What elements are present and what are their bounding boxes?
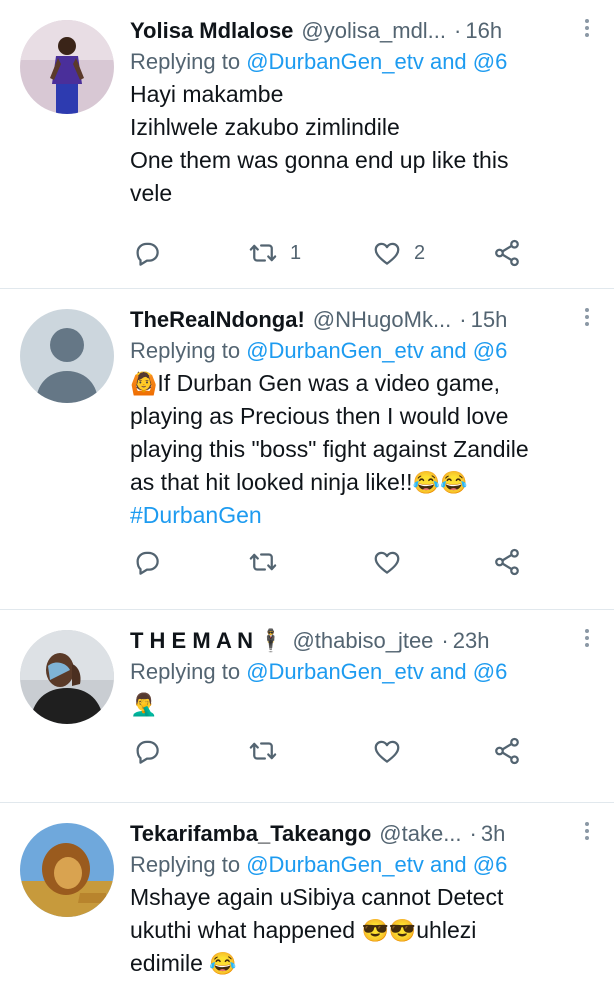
tweet-line: playing as Precious then I would love [130,403,509,429]
reply-mentions-link[interactable]: @DurbanGen_etv and @6 [246,852,507,877]
tweet-text: 🙆If Durban Gen was a video game, playing… [130,367,598,532]
tweet-line: Izihlwele zakubo zimlindile [130,114,400,140]
tweet-text: Hayi makambe Izihlwele zakubo zimlindile… [130,78,598,210]
emoji: 🤦‍♂️ [130,692,158,717]
more-vertical-icon[interactable] [582,305,592,331]
username[interactable]: @NHugoMk... [313,305,451,335]
username[interactable]: @take... [379,819,461,849]
avatar[interactable] [20,630,114,724]
timestamp[interactable]: 16h [465,16,502,46]
tweet[interactable]: Yolisa Mdlalose @yolisa_mdl... · 16h Rep… [0,0,614,289]
tweet-line: Mshaye again uSibiya cannot Detect [130,884,504,910]
separator-dot: · [459,307,467,332]
reply-icon [132,238,162,268]
more-vertical-icon[interactable] [582,626,592,652]
tweet-line: playing this "boss" fight against Zandil… [130,436,529,462]
reply-mentions-link[interactable]: @DurbanGen_etv and @6 [246,49,507,74]
replying-to: Replying to @DurbanGen_etv and @6 [130,46,598,78]
replying-to-label: Replying to [130,338,247,363]
emoji: 😂😂 [412,470,468,495]
timestamp[interactable]: 15h [471,305,508,335]
tweet-actions: 1 2 [130,238,570,268]
separator-dot: · [441,628,449,653]
retweet-button[interactable] [248,736,278,766]
tweet-line: as that hit looked ninja like!! [130,469,413,495]
tweet-text: Mshaye again uSibiya cannot Detect ukuth… [130,881,598,980]
replying-to-label: Replying to [130,659,247,684]
reply-mentions-link[interactable]: @DurbanGen_etv and @6 [246,338,507,363]
replying-to: Replying to @DurbanGen_etv and @6 [130,849,598,881]
more-vertical-icon[interactable] [582,16,592,42]
display-name[interactable]: T H E M A N [130,626,253,656]
emoji: 🙆 [130,371,158,396]
share-button[interactable] [492,736,522,766]
emoji: 😎😎 [361,918,417,943]
tweet-line: vele [130,180,173,206]
tweet[interactable]: TheRealNdonga! @NHugoMk... · 15h Replyin… [0,289,614,610]
share-button[interactable] [492,547,522,577]
retweet-button[interactable]: 1 [248,238,301,268]
reply-button[interactable] [132,547,162,577]
tweet-header: T H E M A N 🕴 @thabiso_jtee · 23h [130,626,598,656]
replying-to-label: Replying to [130,49,247,74]
emoji: 🕴 [257,628,285,653]
tweet-line: If Durban Gen was a video game, [157,370,501,396]
like-button[interactable] [372,547,402,577]
avatar[interactable] [20,20,114,114]
tweet[interactable]: Tekarifamba_Takeango @take... · 3h Reply… [0,803,614,1003]
retweet-icon [248,238,278,268]
separator-dot: · [469,821,477,846]
tweet-actions [130,547,570,577]
heart-icon [372,547,402,577]
tweet-actions [130,736,570,766]
more-vertical-icon[interactable] [582,819,592,845]
tweet-line-tail: uhlezi [416,917,477,943]
tweet-line: edimile [130,950,203,976]
avatar-default[interactable] [20,309,114,403]
reply-button[interactable] [132,238,162,268]
reply-icon [132,547,162,577]
tweet-line: ukuthi what happened [130,917,356,943]
avatar[interactable] [20,823,114,917]
tweet-text: 🤦‍♂️ [130,688,598,721]
retweet-icon [248,736,278,766]
display-name[interactable]: Yolisa Mdlalose [130,16,293,46]
reply-button[interactable] [132,736,162,766]
reply-icon [132,736,162,766]
replying-to-label: Replying to [130,852,247,877]
replying-to: Replying to @DurbanGen_etv and @6 [130,656,598,688]
tweet-header: Yolisa Mdlalose @yolisa_mdl... · 16h [130,16,598,46]
like-count: 2 [414,241,426,264]
like-button[interactable]: 2 [372,238,425,268]
retweet-icon [248,547,278,577]
tweet-line: One them was gonna end up like this [130,147,509,173]
tweet-header: TheRealNdonga! @NHugoMk... · 15h [130,305,598,335]
username[interactable]: @yolisa_mdl... [301,16,446,46]
tweet-header: Tekarifamba_Takeango @take... · 3h [130,819,598,849]
replying-to: Replying to @DurbanGen_etv and @6 [130,335,598,367]
username[interactable]: @thabiso_jtee [292,626,433,656]
share-icon [492,238,522,268]
tweet[interactable]: T H E M A N 🕴 @thabiso_jtee · 23h Replyi… [0,610,614,803]
display-name[interactable]: TheRealNdonga! [130,305,305,335]
share-icon [492,736,522,766]
display-name[interactable]: Tekarifamba_Takeango [130,819,371,849]
timestamp[interactable]: 23h [453,626,490,656]
heart-icon [372,238,402,268]
share-button[interactable] [492,238,522,268]
heart-icon [372,736,402,766]
emoji: 😂 [209,951,237,976]
separator-dot: · [454,18,462,43]
retweet-count: 1 [290,241,302,264]
tweet-line: Hayi makambe [130,81,284,107]
timestamp[interactable]: 3h [481,819,505,849]
hashtag-link[interactable]: #DurbanGen [130,499,598,532]
retweet-button[interactable] [248,547,278,577]
like-button[interactable] [372,736,402,766]
reply-mentions-link[interactable]: @DurbanGen_etv and @6 [246,659,507,684]
share-icon [492,547,522,577]
